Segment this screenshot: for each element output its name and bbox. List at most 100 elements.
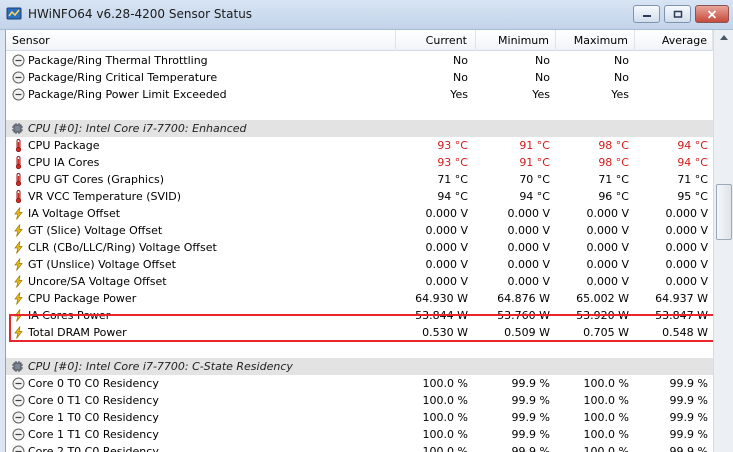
- average-value: 0.000 V: [665, 241, 708, 254]
- average-value: 94 °C: [677, 139, 708, 152]
- sensor-name: Core 0 T1 C0 Residency: [28, 394, 159, 407]
- clock-icon: [12, 411, 25, 424]
- lightning-icon: [14, 309, 23, 322]
- thermometer-icon: [15, 156, 22, 169]
- minimum-value: 94 °C: [519, 190, 550, 203]
- minimum-value: 0.000 V: [507, 207, 550, 220]
- close-button[interactable]: [695, 5, 729, 23]
- sensor-name: Package/Ring Critical Temperature: [28, 71, 218, 84]
- current-value: No: [453, 71, 468, 84]
- sensor-row[interactable]: Core 1 T1 C0 Residency 100.0 % 99.9 % 100.0…: [6, 426, 713, 443]
- minimum-value: 64.876 W: [497, 292, 550, 305]
- average-value: 0.548 W: [662, 326, 708, 339]
- sensor-name: CPU Package Power: [28, 292, 137, 305]
- thermometer-icon: [15, 190, 22, 203]
- sensor-row[interactable]: Core 0 T0 C0 Residency 100.0 % 99.9 % 100.0…: [6, 375, 713, 392]
- scrollbar-thumb[interactable]: [716, 184, 732, 240]
- maximum-value: No: [614, 54, 629, 67]
- column-header-minimum[interactable]: Minimum: [476, 30, 556, 51]
- sensor-name: CLR (CBo/LLC/Ring) Voltage Offset: [28, 241, 217, 254]
- minimum-value: 0.000 V: [507, 275, 550, 288]
- sensor-name: IA Cores Power: [28, 309, 111, 322]
- sensor-row[interactable]: Total DRAM Power 0.530 W 0.509 W 0.705 W 0.5…: [6, 324, 713, 341]
- average-value: 64.937 W: [655, 292, 708, 305]
- minimum-value: 91 °C: [519, 156, 550, 169]
- thermometer-icon: [15, 139, 22, 152]
- sensor-row[interactable]: IA Voltage Offset 0.000 V 0.000 V 0.000 V 0.…: [6, 205, 713, 222]
- sensor-name: VR VCC Temperature (SVID): [28, 190, 182, 203]
- sensor-row[interactable]: CPU GT Cores (Graphics) 71 °C 70 °C 71 °C 71…: [6, 171, 713, 188]
- sensor-name: Core 1 T1 C0 Residency: [28, 428, 159, 441]
- minimum-value: No: [535, 71, 550, 84]
- minimum-value: 99.9 %: [511, 445, 550, 452]
- sensor-group-label: CPU [#0]: Intel Core i7-7700: Enhanced: [28, 122, 247, 135]
- sensor-row-highlighted[interactable]: CPU Package Power 64.930 W 64.876 W 65.002 …: [6, 290, 713, 307]
- maximum-value: 100.0 %: [583, 445, 629, 452]
- minimize-button[interactable]: [633, 5, 660, 23]
- sensor-row[interactable]: Core 2 T0 C0 Residency 100.0 % 99.9 % 100.0…: [6, 443, 713, 452]
- vertical-scrollbar[interactable]: [713, 30, 733, 452]
- minimum-value: 0.000 V: [507, 258, 550, 271]
- average-value: [635, 86, 713, 103]
- minimum-value: Yes: [532, 88, 550, 101]
- title-bar[interactable]: HWiNFO64 v6.28-4200 Sensor Status: [0, 0, 733, 30]
- maximize-button[interactable]: [664, 5, 691, 23]
- sensor-row[interactable]: IA Cores Power 53.844 W 53.760 W 53.920 W 53…: [6, 307, 713, 324]
- maximum-value: 98 °C: [598, 139, 629, 152]
- lightning-icon: [14, 275, 23, 288]
- maximum-value: 100.0 %: [583, 377, 629, 390]
- sensor-name: CPU IA Cores: [28, 156, 100, 169]
- sensor-row[interactable]: GT (Slice) Voltage Offset 0.000 V 0.000 V 0…: [6, 222, 713, 239]
- sensor-row[interactable]: Package/Ring Thermal Throttling No No No: [6, 52, 713, 69]
- sensor-row[interactable]: Package/Ring Critical Temperature No No No: [6, 69, 713, 86]
- maximize-icon: [673, 10, 682, 18]
- sensor-name: Core 2 T0 C0 Residency: [28, 445, 159, 452]
- clock-icon: [12, 428, 25, 441]
- minimum-value: 70 °C: [519, 173, 550, 186]
- sensor-row[interactable]: Core 1 T0 C0 Residency 100.0 % 99.9 % 100.0…: [6, 409, 713, 426]
- average-value: 99.9 %: [669, 445, 708, 452]
- average-value: 94 °C: [677, 156, 708, 169]
- current-value: 93 °C: [437, 139, 468, 152]
- sensor-row[interactable]: Core 0 T1 C0 Residency 100.0 % 99.9 % 100.0…: [6, 392, 713, 409]
- sensor-group-header[interactable]: CPU [#0]: Intel Core i7-7700: Enhanced: [6, 120, 713, 137]
- sensor-row[interactable]: VR VCC Temperature (SVID) 94 °C 94 °C 96 °C…: [6, 188, 713, 205]
- column-header-average[interactable]: Average: [635, 30, 713, 51]
- minimum-value: 99.9 %: [511, 377, 550, 390]
- chip-icon: [12, 123, 23, 134]
- current-value: 0.000 V: [425, 275, 468, 288]
- current-value: 94 °C: [437, 190, 468, 203]
- hwinfo-app-icon: [6, 7, 22, 20]
- column-header-current[interactable]: Current: [396, 30, 476, 51]
- clock-icon: [12, 54, 25, 67]
- clock-icon: [12, 445, 25, 452]
- sensor-row[interactable]: GT (Unslice) Voltage Offset 0.000 V 0.000 …: [6, 256, 713, 273]
- sensor-row[interactable]: Uncore/SA Voltage Offset 0.000 V 0.000 V 0.…: [6, 273, 713, 290]
- sensor-group-header[interactable]: CPU [#0]: Intel Core i7-7700: C-State Re…: [6, 358, 713, 375]
- column-header-sensor[interactable]: Sensor: [6, 30, 396, 51]
- sensor-group-label: CPU [#0]: Intel Core i7-7700: C-State Re…: [28, 360, 293, 373]
- sensor-row[interactable]: CPU Package 93 °C 91 °C 98 °C 94 °C: [6, 137, 713, 154]
- average-value: 53.847 W: [655, 309, 708, 322]
- average-value: 0.000 V: [665, 258, 708, 271]
- current-value: 0.530 W: [422, 326, 468, 339]
- maximum-value: 71 °C: [598, 173, 629, 186]
- column-header: Sensor Current Minimum Maximum Average: [6, 30, 713, 51]
- sensor-name: Total DRAM Power: [28, 326, 127, 339]
- lightning-icon: [14, 241, 23, 254]
- column-header-maximum[interactable]: Maximum: [556, 30, 635, 51]
- sensor-row[interactable]: CLR (CBo/LLC/Ring) Voltage Offset 0.000 V…: [6, 239, 713, 256]
- sensor-row[interactable]: Package/Ring Power Limit Exceeded Yes Yes Y…: [6, 86, 713, 103]
- scroll-up-arrow-icon[interactable]: [716, 30, 732, 46]
- maximum-value: 0.000 V: [586, 258, 629, 271]
- current-value: 0.000 V: [425, 258, 468, 271]
- sensor-row[interactable]: CPU IA Cores 93 °C 91 °C 98 °C 94 °C: [6, 154, 713, 171]
- window-title: HWiNFO64 v6.28-4200 Sensor Status: [28, 7, 253, 21]
- maximum-value: 65.002 W: [576, 292, 629, 305]
- sensor-name: GT (Slice) Voltage Offset: [28, 224, 163, 237]
- maximum-value: 100.0 %: [583, 411, 629, 424]
- clock-icon: [12, 88, 25, 101]
- average-value: 99.9 %: [669, 377, 708, 390]
- current-value: 71 °C: [437, 173, 468, 186]
- sensor-list[interactable]: Package/Ring Thermal Throttling No No No Pac…: [6, 51, 713, 452]
